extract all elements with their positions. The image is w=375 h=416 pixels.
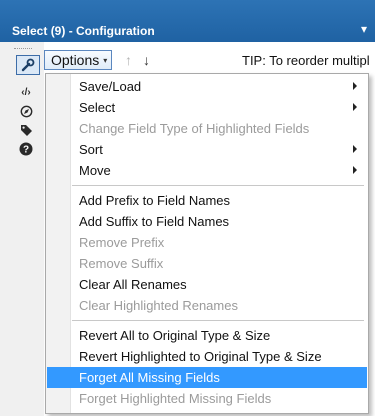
menu-item-change-field-type: Change Field Type of Highlighted Fields	[47, 118, 367, 139]
help-icon[interactable]: ?	[16, 139, 36, 159]
menu-item-move[interactable]: Move	[47, 160, 367, 181]
menu-item-sort[interactable]: Sort	[47, 139, 367, 160]
options-label: Options	[51, 52, 100, 68]
menu-item-label: Remove Prefix	[79, 235, 165, 250]
submenu-arrow-icon	[353, 103, 357, 111]
drag-grip[interactable]	[14, 48, 32, 52]
menu-item-select[interactable]: Select	[47, 97, 367, 118]
toolbar: Options ▾ ↑ ↓ TIP: To reorder multipl	[44, 50, 375, 72]
menu-item-label: Move	[79, 163, 111, 178]
menu-item-save-load[interactable]: Save/Load	[47, 76, 367, 97]
menu-item-revert-all[interactable]: Revert All to Original Type & Size	[47, 325, 367, 346]
menu-separator	[72, 185, 364, 186]
menu-item-label: Forget Highlighted Missing Fields	[79, 391, 272, 406]
code-icon-glyph: ‹/›	[21, 86, 31, 98]
chevron-down-icon: ▾	[103, 55, 108, 65]
menu-item-label: Revert All to Original Type & Size	[79, 328, 271, 343]
move-up-icon[interactable]: ↑	[125, 51, 132, 69]
menu-item-label: Save/Load	[79, 79, 142, 94]
menu-separator	[72, 320, 364, 321]
menu-item-label: Add Prefix to Field Names	[79, 193, 231, 208]
menu-item-remove-suffix: Remove Suffix	[47, 253, 367, 274]
window-title: Select (9) - Configuration	[12, 24, 155, 38]
options-button[interactable]: Options ▾	[44, 50, 112, 70]
tool-sidebar: ‹/› ?	[0, 42, 45, 416]
menu-item-label: Select	[79, 100, 116, 115]
menu-item-add-prefix[interactable]: Add Prefix to Field Names	[47, 190, 367, 211]
options-menu: Save/Load Select Change Field Type of Hi…	[45, 73, 369, 414]
compass-icon[interactable]	[16, 101, 36, 121]
submenu-arrow-icon	[353, 145, 357, 153]
tag-icon[interactable]	[16, 120, 36, 140]
menu-item-label: Clear All Renames	[79, 277, 187, 292]
code-icon[interactable]: ‹/›	[16, 82, 36, 102]
menu-item-remove-prefix: Remove Prefix	[47, 232, 367, 253]
submenu-arrow-icon	[353, 166, 357, 174]
menu-item-label: Sort	[79, 142, 103, 157]
configuration-window: Select (9) - Configuration ▾ ‹/› ? Optio…	[0, 0, 375, 416]
menu-item-add-suffix[interactable]: Add Suffix to Field Names	[47, 211, 367, 232]
menu-item-label: Remove Suffix	[79, 256, 164, 271]
menu-item-label: Revert Highlighted to Original Type & Si…	[79, 349, 322, 364]
pin-dropdown-icon[interactable]: ▾	[361, 22, 367, 36]
menu-item-clear-highlighted-renames: Clear Highlighted Renames	[47, 295, 367, 316]
move-down-icon[interactable]: ↓	[143, 51, 150, 69]
menu-item-label: Change Field Type of Highlighted Fields	[79, 121, 310, 136]
menu-item-label: Clear Highlighted Renames	[79, 298, 238, 313]
title-bar: Select (9) - Configuration ▾	[0, 0, 375, 42]
menu-item-clear-all-renames[interactable]: Clear All Renames	[47, 274, 367, 295]
tip-text: TIP: To reorder multipl	[242, 53, 370, 68]
menu-item-forget-highlighted-missing: Forget Highlighted Missing Fields	[47, 388, 367, 409]
menu-item-label: Add Suffix to Field Names	[79, 214, 230, 229]
menu-item-label: Forget All Missing Fields	[79, 370, 220, 385]
menu-item-forget-all-missing[interactable]: Forget All Missing Fields	[47, 367, 367, 388]
wrench-icon[interactable]	[16, 55, 40, 75]
svg-text:?: ?	[23, 145, 29, 156]
submenu-arrow-icon	[353, 82, 357, 90]
menu-item-revert-highlighted[interactable]: Revert Highlighted to Original Type & Si…	[47, 346, 367, 367]
